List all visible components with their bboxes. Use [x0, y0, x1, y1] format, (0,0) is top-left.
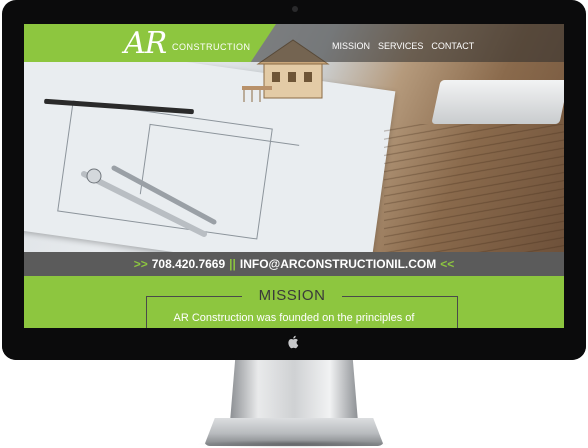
nav-item-contact[interactable]: CONTACT — [431, 41, 474, 51]
nav-item-services[interactable]: SERVICES — [378, 41, 423, 51]
nav-item-mission[interactable]: MISSION — [332, 41, 370, 51]
chevron-right-icon: >> — [133, 257, 148, 271]
camera-icon — [292, 6, 298, 12]
mission-title-wrap: MISSION — [242, 287, 342, 307]
logo-subtitle: CONSTRUCTION — [172, 42, 251, 52]
monitor-stand-neck — [230, 360, 358, 422]
mission-text: AR Construction was founded on the princ… — [173, 312, 415, 324]
mission-title: MISSION — [258, 287, 326, 304]
separator: || — [229, 257, 236, 271]
laptop — [431, 80, 564, 124]
contact-bar: >> 708.420.7669 || INFO@ARCONSTRUCTIONIL… — [24, 252, 564, 276]
stand-shadow — [196, 440, 392, 448]
email-link[interactable]: INFO@ARCONSTRUCTIONIL.COM — [240, 257, 436, 271]
chevron-left-icon: << — [440, 257, 455, 271]
compass-tool — [81, 165, 217, 237]
monitor-screen: AR CONSTRUCTION MISSION SERVICES CONTACT… — [24, 24, 564, 328]
main-nav: MISSION SERVICES CONTACT — [332, 41, 474, 51]
logo-mark[interactable]: AR — [124, 26, 167, 61]
apple-icon — [288, 335, 299, 349]
wood-table — [384, 124, 564, 252]
mission-section: MISSION AR Construction was founded on t… — [24, 276, 564, 328]
site-header: AR CONSTRUCTION MISSION SERVICES CONTACT — [24, 24, 564, 62]
phone-link[interactable]: 708.420.7669 — [152, 257, 225, 271]
